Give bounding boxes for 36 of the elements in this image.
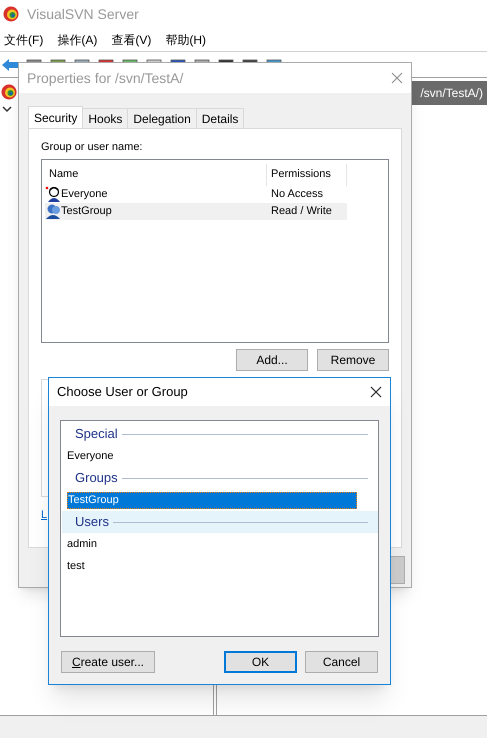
menu-item[interactable]: 操作(A)	[57, 30, 98, 48]
cancel-button[interactable]: Cancel	[305, 651, 378, 673]
section-title: Groups	[75, 469, 118, 488]
user-icon	[45, 186, 61, 202]
app-logo-icon	[1, 84, 17, 100]
section-title: Special	[75, 425, 118, 444]
back-arrow-icon[interactable]	[1, 56, 19, 72]
dialog-title: Choose User or Group	[57, 383, 188, 402]
tab[interactable]: Security	[28, 106, 84, 129]
app-logo-icon	[3, 6, 19, 22]
user-name: Everyone	[61, 186, 108, 202]
close-icon[interactable]	[370, 386, 382, 398]
list-item[interactable]: Everyone	[67, 448, 114, 464]
menu-item[interactable]: 帮助(H)	[165, 30, 206, 48]
dialog-title: Properties for /svn/TestA/	[27, 68, 184, 88]
section-header[interactable]: Users	[62, 511, 378, 533]
permission-row[interactable]: Everyone No Access	[45, 186, 347, 202]
permission-row[interactable]: TestGroup Read / Write	[45, 202, 347, 220]
user-name: TestGroup	[61, 204, 112, 219]
list-item[interactable]: test	[67, 558, 85, 574]
window-title: VisualSVN Server	[27, 4, 139, 24]
list-item[interactable]: TestGroup	[67, 492, 357, 508]
remove-button[interactable]: Remove	[317, 348, 389, 370]
tab[interactable]: Details	[196, 108, 244, 129]
section-title: Users	[75, 513, 109, 532]
permission-value: No Access	[270, 186, 323, 202]
group-icon	[45, 203, 61, 219]
create-user-button[interactable]: Create user...	[61, 651, 155, 673]
menu-item[interactable]: 文件(F)	[4, 30, 44, 48]
add-button[interactable]: Add...	[236, 348, 308, 370]
ok-button[interactable]: OK	[224, 651, 297, 673]
list-item[interactable]: admin	[67, 536, 97, 552]
menu-item[interactable]: 查看(V)	[111, 30, 152, 48]
chevron-down-icon[interactable]	[1, 104, 13, 114]
group-label: Group or user name:	[41, 140, 144, 155]
permission-value: Read / Write	[270, 204, 332, 219]
